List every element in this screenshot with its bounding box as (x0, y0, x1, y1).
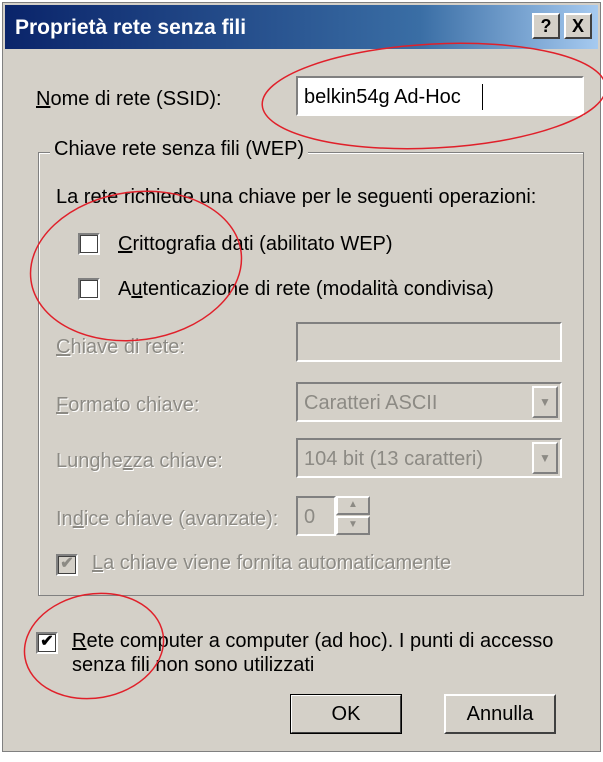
data-encryption-checkbox[interactable] (78, 233, 100, 255)
help-button[interactable]: ? (532, 13, 560, 39)
ssid-value: belkin54g Ad-Hoc (304, 86, 461, 108)
key-format-value: Caratteri ASCII (304, 392, 438, 414)
key-index-value: 0 (304, 506, 316, 528)
ok-button[interactable]: OK (290, 694, 402, 734)
network-key-input[interactable] (296, 322, 562, 362)
key-format-dropdown-arrow-icon[interactable]: ▼ (532, 386, 558, 418)
network-auth-label: Autenticazione di rete (modalità condivi… (118, 278, 494, 300)
auto-key-checkbox[interactable]: ✔ (56, 554, 78, 576)
key-length-label: Lunghezza chiave: (56, 450, 223, 472)
key-format-select[interactable]: Caratteri ASCII ▼ (296, 382, 562, 422)
dialog-title: Proprietà rete senza fili (15, 16, 247, 39)
data-encryption-label: Crittografia dati (abilitato WEP) (118, 233, 393, 255)
adhoc-checkbox[interactable]: ✔ (36, 632, 58, 654)
wep-description: La rete richiede una chiave per le segue… (56, 186, 537, 208)
title-bar: Proprietà rete senza fili ? X (5, 5, 598, 49)
spin-up-icon[interactable]: ▲ (336, 496, 370, 515)
key-index-label: Indice chiave (avanzate): (56, 508, 279, 530)
spin-down-icon[interactable]: ▼ (336, 516, 370, 535)
key-format-label: Formato chiave: (56, 394, 200, 416)
key-length-dropdown-arrow-icon[interactable]: ▼ (532, 442, 558, 474)
key-length-select[interactable]: 104 bit (13 caratteri) ▼ (296, 438, 562, 478)
network-key-label: Chiave di rete: (56, 336, 185, 358)
adhoc-label-line2: senza fili non sono utilizzati (72, 654, 315, 676)
text-caret (482, 84, 483, 110)
ssid-label: Nome di rete (SSID): (36, 88, 222, 110)
close-button[interactable]: X (564, 13, 592, 39)
key-length-value: 104 bit (13 caratteri) (304, 448, 483, 470)
wep-group-label: Chiave rete senza fili (WEP) (50, 138, 309, 161)
ssid-input[interactable]: belkin54g Ad-Hoc (296, 76, 584, 116)
adhoc-label-line1: Rete computer a computer (ad hoc). I pun… (72, 630, 554, 652)
auto-key-label: La chiave viene fornita automaticamente (92, 552, 452, 574)
key-index-input[interactable]: 0 (296, 496, 336, 536)
network-auth-checkbox[interactable] (78, 278, 100, 300)
cancel-button[interactable]: Annulla (444, 694, 556, 734)
